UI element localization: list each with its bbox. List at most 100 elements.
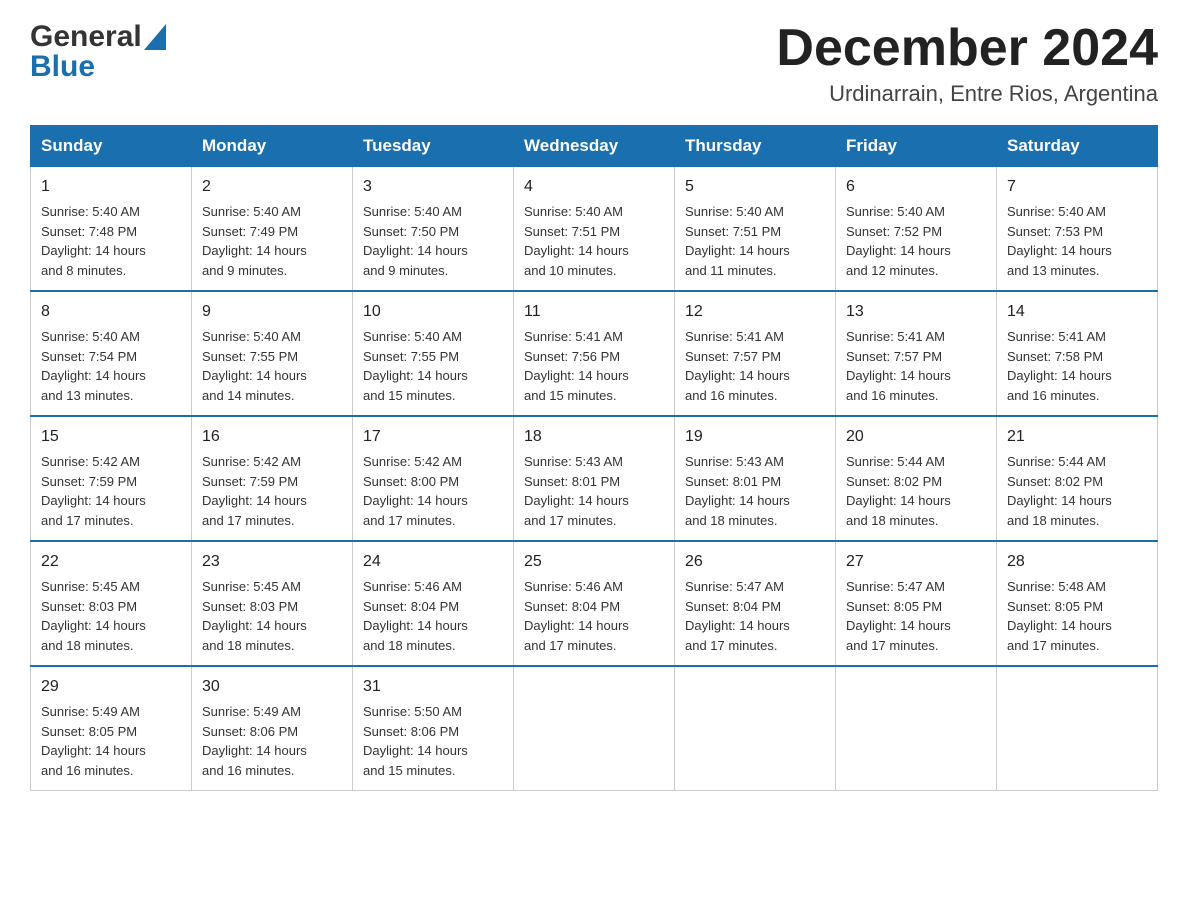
sun-info-line: Sunrise: 5:46 AM (363, 579, 462, 594)
sun-info-line: and 17 minutes. (685, 638, 778, 653)
calendar-header: Sunday Monday Tuesday Wednesday Thursday… (31, 126, 1158, 167)
sun-info-line: and 16 minutes. (1007, 388, 1100, 403)
sun-info-line: Daylight: 14 hours (846, 493, 951, 508)
sun-info-line: Sunset: 8:06 PM (202, 724, 298, 739)
sun-info-line: and 17 minutes. (41, 513, 134, 528)
calendar-week-4: 22 Sunrise: 5:45 AM Sunset: 8:03 PM Dayligh… (31, 541, 1158, 666)
day-number: 19 (685, 425, 825, 449)
sun-info-line: Daylight: 14 hours (524, 618, 629, 633)
calendar-cell: 18Sunrise: 5:43 AMSunset: 8:01 PMDayligh… (514, 416, 675, 541)
day-number: 12 (685, 300, 825, 324)
day-number: 4 (524, 175, 664, 199)
sun-info-line: Daylight: 14 hours (363, 243, 468, 258)
sun-info-line: Sunset: 7:57 PM (846, 349, 942, 364)
sun-info-line: and 18 minutes. (846, 513, 939, 528)
sun-info-line: Sunset: 7:51 PM (685, 224, 781, 239)
calendar-table: Sunday Monday Tuesday Wednesday Thursday… (30, 125, 1158, 791)
sun-info-line: Sunset: 7:59 PM (202, 474, 298, 489)
sun-info-line: Daylight: 14 hours (363, 368, 468, 383)
calendar-title: December 2024 (776, 20, 1158, 77)
calendar-cell (514, 666, 675, 791)
sun-info-line: Sunset: 8:00 PM (363, 474, 459, 489)
sun-info-line: Sunset: 8:02 PM (846, 474, 942, 489)
col-friday: Friday (836, 126, 997, 167)
calendar-cell: 28Sunrise: 5:48 AMSunset: 8:05 PMDayligh… (997, 541, 1158, 666)
sun-info-line: Sunrise: 5:41 AM (1007, 329, 1106, 344)
calendar-cell: 19Sunrise: 5:43 AMSunset: 8:01 PMDayligh… (675, 416, 836, 541)
sun-info-line: Sunset: 8:04 PM (363, 599, 459, 614)
col-wednesday: Wednesday (514, 126, 675, 167)
calendar-cell: 25Sunrise: 5:46 AMSunset: 8:04 PMDayligh… (514, 541, 675, 666)
sun-info-line: Sunrise: 5:41 AM (524, 329, 623, 344)
sun-info-line: and 17 minutes. (363, 513, 456, 528)
sun-info-line: Sunrise: 5:47 AM (685, 579, 784, 594)
calendar-cell: 23Sunrise: 5:45 AMSunset: 8:03 PMDayligh… (192, 541, 353, 666)
sun-info-line: Sunrise: 5:45 AM (202, 579, 301, 594)
calendar-subtitle: Urdinarrain, Entre Rios, Argentina (776, 81, 1158, 107)
calendar-cell (836, 666, 997, 791)
sun-info-line: and 18 minutes. (685, 513, 778, 528)
day-number: 5 (685, 175, 825, 199)
sun-info-line: and 12 minutes. (846, 263, 939, 278)
calendar-cell: 12Sunrise: 5:41 AMSunset: 7:57 PMDayligh… (675, 291, 836, 416)
calendar-cell: 17Sunrise: 5:42 AMSunset: 8:00 PMDayligh… (353, 416, 514, 541)
calendar-cell: 6Sunrise: 5:40 AMSunset: 7:52 PMDaylight… (836, 167, 997, 292)
sun-info-line: Sunrise: 5:48 AM (1007, 579, 1106, 594)
sun-info-line: and 17 minutes. (202, 513, 295, 528)
calendar-cell: 4Sunrise: 5:40 AMSunset: 7:51 PMDaylight… (514, 167, 675, 292)
sun-info-line: Daylight: 14 hours (846, 618, 951, 633)
sun-info-line: Sunrise: 5:40 AM (41, 329, 140, 344)
day-number: 10 (363, 300, 503, 324)
calendar-cell (675, 666, 836, 791)
sun-info-line: Daylight: 14 hours (363, 493, 468, 508)
sun-info-line: Daylight: 14 hours (685, 368, 790, 383)
sun-info-line: Sunrise: 5:40 AM (202, 204, 301, 219)
sun-info-line: Daylight: 14 hours (685, 618, 790, 633)
logo-triangle-icon (144, 24, 166, 50)
sun-info-line: Sunrise: 5:43 AM (524, 454, 623, 469)
calendar-cell: 16Sunrise: 5:42 AMSunset: 7:59 PMDayligh… (192, 416, 353, 541)
sun-info-line: Sunrise: 5:40 AM (846, 204, 945, 219)
sun-info-line: Sunset: 8:05 PM (846, 599, 942, 614)
sun-info-line: Daylight: 14 hours (41, 243, 146, 258)
day-number: 14 (1007, 300, 1147, 324)
sun-info-line: Sunset: 7:50 PM (363, 224, 459, 239)
day-number: 30 (202, 675, 342, 699)
sun-info-line: Sunset: 7:53 PM (1007, 224, 1103, 239)
sun-info-line: and 16 minutes. (41, 763, 134, 778)
sun-info-line: and 18 minutes. (363, 638, 456, 653)
sun-info-line: Sunrise: 5:40 AM (685, 204, 784, 219)
sun-info-line: and 18 minutes. (202, 638, 295, 653)
sun-info-line: Daylight: 14 hours (685, 493, 790, 508)
sun-info-line: and 15 minutes. (363, 763, 456, 778)
day-number: 22 (41, 550, 181, 574)
sun-info-line: Daylight: 14 hours (524, 243, 629, 258)
calendar-cell: 22Sunrise: 5:45 AMSunset: 8:03 PMDayligh… (31, 541, 192, 666)
sun-info-line: Sunrise: 5:40 AM (1007, 204, 1106, 219)
calendar-cell: 30Sunrise: 5:49 AMSunset: 8:06 PMDayligh… (192, 666, 353, 791)
sun-info-line: and 17 minutes. (524, 513, 617, 528)
sun-info-line: Daylight: 14 hours (202, 243, 307, 258)
sun-info-line: Daylight: 14 hours (1007, 368, 1112, 383)
sun-info-line: and 14 minutes. (202, 388, 295, 403)
calendar-cell: 13Sunrise: 5:41 AMSunset: 7:57 PMDayligh… (836, 291, 997, 416)
sun-info-line: Daylight: 14 hours (363, 743, 468, 758)
sun-info-line: Sunset: 8:05 PM (41, 724, 137, 739)
calendar-cell: 9Sunrise: 5:40 AMSunset: 7:55 PMDaylight… (192, 291, 353, 416)
day-number: 13 (846, 300, 986, 324)
sun-info-line: and 8 minutes. (41, 263, 126, 278)
sun-info-line: Sunrise: 5:43 AM (685, 454, 784, 469)
day-number: 9 (202, 300, 342, 324)
day-number: 17 (363, 425, 503, 449)
sun-info-line: Daylight: 14 hours (202, 493, 307, 508)
sun-info-line: Sunset: 8:03 PM (41, 599, 137, 614)
sun-info-line: Sunset: 7:55 PM (202, 349, 298, 364)
calendar-week-3: 15Sunrise: 5:42 AMSunset: 7:59 PMDayligh… (31, 416, 1158, 541)
day-number: 18 (524, 425, 664, 449)
sun-info-line: Daylight: 14 hours (41, 493, 146, 508)
sun-info-line: and 17 minutes. (524, 638, 617, 653)
header-row: Sunday Monday Tuesday Wednesday Thursday… (31, 126, 1158, 167)
day-number: 7 (1007, 175, 1147, 199)
calendar-cell: 3Sunrise: 5:40 AMSunset: 7:50 PMDaylight… (353, 167, 514, 292)
calendar-body: 1Sunrise: 5:40 AMSunset: 7:48 PMDaylight… (31, 167, 1158, 791)
